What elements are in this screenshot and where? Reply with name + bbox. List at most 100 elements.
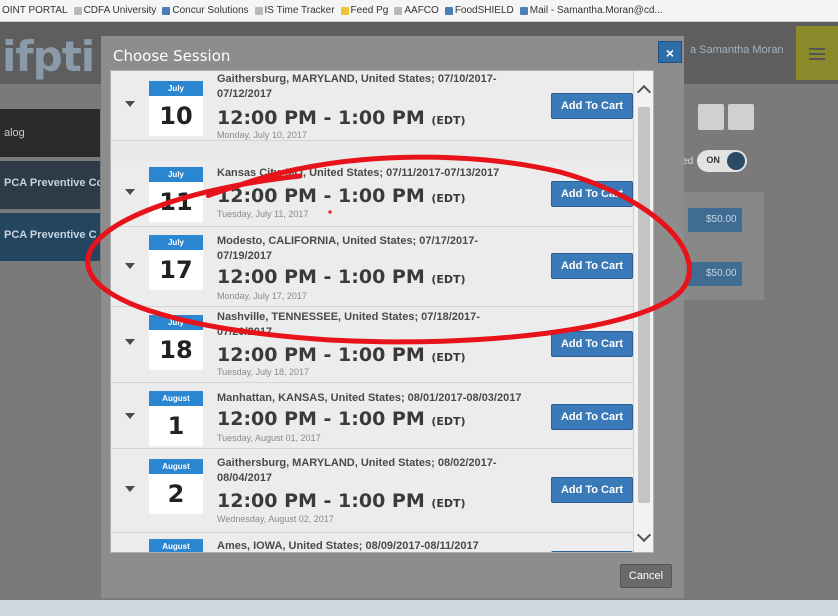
timezone: (EDT) bbox=[431, 192, 466, 205]
expand-caret-icon[interactable] bbox=[125, 486, 135, 492]
session-location: Gaithersburg, MARYLAND, United States; 0… bbox=[217, 73, 497, 100]
bookmark-oint-portal[interactable]: OINT PORTAL bbox=[2, 5, 68, 16]
bookmark-label: AAFCO bbox=[404, 5, 439, 16]
month-label: July bbox=[149, 315, 203, 330]
date-badge: July 18 bbox=[149, 315, 203, 370]
doc-icon bbox=[73, 6, 82, 15]
expand-caret-icon[interactable] bbox=[125, 189, 135, 195]
add-to-cart-button[interactable]: Add To Cart bbox=[551, 93, 633, 119]
session-list[interactable]: July 10 Gaithersburg, MARYLAND, United S… bbox=[110, 70, 654, 553]
timezone: (EDT) bbox=[431, 415, 466, 428]
session-weekday: Monday, July 17, 2017 bbox=[217, 291, 307, 301]
price-button[interactable]: $50.00 bbox=[688, 208, 742, 232]
bookmark-time-tracker[interactable]: IS Time Tracker bbox=[254, 5, 335, 16]
month-label: August bbox=[149, 391, 203, 406]
bookmark-label: IS Time Tracker bbox=[264, 5, 335, 16]
session-weekday: Tuesday, August 01, 2017 bbox=[217, 433, 321, 443]
enabled-toggle-group: led ON bbox=[680, 150, 748, 172]
folder-icon bbox=[340, 6, 349, 15]
time-range: 12:00 PM - 1:00 PM bbox=[217, 185, 425, 207]
add-to-cart-button[interactable]: Add To Cart bbox=[551, 331, 633, 357]
bookmark-foodshield[interactable]: FoodSHIELD bbox=[444, 5, 514, 16]
session-location: Manhattan, KANSAS, United States; 08/01/… bbox=[217, 392, 522, 404]
session-time: 12:00 PM - 1:00 PM (EDT) bbox=[217, 490, 466, 512]
session-location: Gaithersburg, MARYLAND, United States; 0… bbox=[217, 457, 497, 484]
session-time: 12:00 PM - 1:00 PM (EDT) bbox=[217, 266, 466, 288]
session-row: August 1 Manhattan, KANSAS, United State… bbox=[111, 383, 653, 449]
session-row: July 17 Modesto, CALIFORNIA, United Stat… bbox=[111, 227, 653, 307]
list-icon[interactable] bbox=[728, 104, 754, 130]
chevron-down-icon[interactable] bbox=[636, 527, 652, 543]
nav-item-course-a[interactable]: PCA Preventive Co bbox=[0, 161, 100, 209]
timezone: (EDT) bbox=[431, 273, 466, 286]
add-to-cart-button[interactable]: Add To Cart bbox=[551, 253, 633, 279]
session-row: July 10 Gaithersburg, MARYLAND, United S… bbox=[111, 71, 653, 141]
bookmark-label: Mail - Samantha.Moran@cd... bbox=[529, 5, 663, 16]
date-badge: July 17 bbox=[149, 235, 203, 290]
expand-caret-icon[interactable] bbox=[125, 263, 135, 269]
session-location: Ames, IOWA, United States; 08/09/2017-08… bbox=[217, 540, 479, 552]
bookmark-feed-pg[interactable]: Feed Pg bbox=[340, 5, 389, 16]
user-link[interactable]: a Samantha Moran bbox=[690, 44, 784, 56]
chevron-up-icon[interactable] bbox=[636, 84, 652, 100]
timezone: (EDT) bbox=[431, 114, 466, 127]
menu-button[interactable] bbox=[796, 26, 838, 80]
session-weekday: Tuesday, July 11, 2017 bbox=[217, 209, 309, 219]
bookmarks-bar: OINT PORTAL CDFA University Concur Solut… bbox=[0, 0, 838, 22]
catalog-nav[interactable]: alog bbox=[0, 109, 100, 157]
cancel-button[interactable]: Cancel bbox=[620, 564, 672, 588]
bookmark-aafco[interactable]: AAFCO bbox=[394, 5, 439, 16]
shield-icon bbox=[444, 6, 453, 15]
day-number: 10 bbox=[149, 96, 203, 136]
doc-icon bbox=[394, 6, 403, 15]
time-range: 12:00 PM - 1:00 PM bbox=[217, 408, 425, 430]
month-label: July bbox=[149, 81, 203, 96]
time-range: 12:00 PM - 1:00 PM bbox=[217, 266, 425, 288]
enabled-toggle[interactable]: ON bbox=[697, 150, 748, 172]
timezone: (EDT) bbox=[431, 497, 466, 510]
day-number: 2 bbox=[149, 474, 203, 514]
session-row: August 2 Gaithersburg, MARYLAND, United … bbox=[111, 449, 653, 533]
nav-item-course-b[interactable]: PCA Preventive C bbox=[0, 213, 100, 261]
session-location: Modesto, CALIFORNIA, United States; 07/1… bbox=[217, 235, 478, 262]
day-number: 1 bbox=[149, 406, 203, 446]
bookmark-label: CDFA University bbox=[83, 5, 157, 16]
add-to-cart-button[interactable]: Add To Cart bbox=[551, 404, 633, 430]
session-row: August Ames, IOWA, United States; 08/09/… bbox=[111, 533, 653, 552]
session-row: July 11 Kansas City, MO, United States; … bbox=[111, 161, 653, 227]
mail-icon bbox=[519, 6, 528, 15]
expand-caret-icon[interactable] bbox=[125, 339, 135, 345]
date-badge: August bbox=[149, 539, 203, 552]
add-to-cart-button[interactable]: Add To Cart bbox=[551, 181, 633, 207]
concur-icon bbox=[162, 6, 171, 15]
day-number: 18 bbox=[149, 330, 203, 370]
month-label: July bbox=[149, 235, 203, 250]
time-range: 12:00 PM - 1:00 PM bbox=[217, 344, 425, 366]
bookmark-label: FoodSHIELD bbox=[454, 5, 514, 16]
choose-session-modal: Choose Session × July 10 Gaithersburg, M… bbox=[101, 36, 684, 598]
expand-caret-icon[interactable] bbox=[125, 413, 135, 419]
close-button[interactable]: × bbox=[658, 41, 682, 63]
expand-caret-icon[interactable] bbox=[125, 101, 135, 107]
folder-icon[interactable] bbox=[698, 104, 724, 130]
session-time: 12:00 PM - 1:00 PM (EDT) bbox=[217, 408, 466, 430]
bookmark-label: Concur Solutions bbox=[172, 5, 249, 16]
session-time: 12:00 PM - 1:00 PM (EDT) bbox=[217, 185, 466, 207]
date-badge: July 11 bbox=[149, 167, 203, 222]
scrollbar[interactable] bbox=[633, 71, 653, 552]
session-weekday: Tuesday, July 18, 2017 bbox=[217, 367, 310, 377]
date-badge: July 10 bbox=[149, 81, 203, 136]
bookmark-cdfa-university[interactable]: CDFA University bbox=[73, 5, 157, 16]
price-button[interactable]: $50.00 bbox=[688, 262, 742, 286]
add-to-cart-button[interactable]: Add To Cart bbox=[551, 477, 633, 503]
scrollbar-thumb[interactable] bbox=[638, 107, 650, 503]
date-badge: August 2 bbox=[149, 459, 203, 514]
bookmark-mail[interactable]: Mail - Samantha.Moran@cd... bbox=[519, 5, 663, 16]
session-row: July 18 Nashville, TENNESSEE, United Sta… bbox=[111, 307, 653, 383]
add-to-cart-button[interactable]: Add To Cart bbox=[551, 551, 633, 552]
month-label: July bbox=[149, 167, 203, 182]
bookmark-concur[interactable]: Concur Solutions bbox=[162, 5, 249, 16]
session-location: Nashville, TENNESSEE, United States; 07/… bbox=[217, 311, 480, 338]
bookmark-label: OINT PORTAL bbox=[2, 5, 68, 16]
bookmark-label: Feed Pg bbox=[350, 5, 389, 16]
